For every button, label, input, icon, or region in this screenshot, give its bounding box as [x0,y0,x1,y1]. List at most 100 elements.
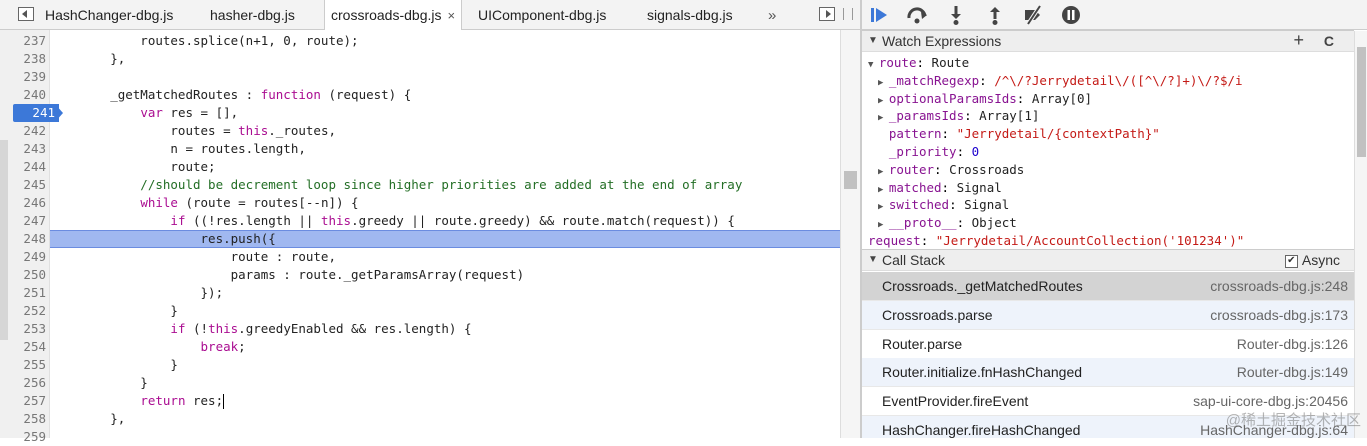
frame-function: Crossroads._getMatchedRoutes [882,278,1083,294]
refresh-icon[interactable]: C [1324,31,1334,51]
tab-uicomponent[interactable]: UIComponent-dbg.js [478,0,606,30]
tab-signals[interactable]: signals-dbg.js [647,0,733,30]
line-number[interactable]: 238 [0,50,46,68]
editor-scrollbar[interactable] [840,30,860,438]
watch-item[interactable]: ▶ router: Crossroads [878,161,1024,179]
panel-resize-handle[interactable] [843,8,853,20]
toggle-debugger-icon[interactable] [819,7,835,21]
close-icon[interactable]: × [448,8,456,23]
tab-hasher[interactable]: hasher-dbg.js [210,0,295,30]
text-cursor [223,394,225,409]
call-frame[interactable]: Crossroads._getMatchedRoutes crossroads-d… [862,272,1354,301]
async-label: Async [1301,252,1340,268]
watch-item[interactable]: ▶ optionalParamsIds: Array[0] [878,90,1092,108]
expand-triangle-icon[interactable]: ▶ [878,185,889,195]
code-line: n = routes.length, [50,140,840,158]
code-line: routes.splice(n+1, 0, route); [50,32,840,50]
step-into-button[interactable] [945,4,967,26]
property-value: Signal [964,197,1010,213]
watch-item[interactable]: ▶ matched: Signal [878,179,1002,197]
pause-icon [1062,6,1080,24]
expand-triangle-icon[interactable]: ▶ [878,113,889,123]
code-token: route; [50,159,216,174]
code-line: }, [50,50,840,68]
watch-item[interactable]: ▶ __proto__: Object [878,214,1017,232]
frame-location[interactable]: Router-dbg.js:149 [1237,358,1348,387]
scrollbar-thumb[interactable] [844,171,857,189]
property-value: Crossroads [949,161,1025,177]
property-value: 0 [971,144,980,159]
line-number[interactable]: 254 [0,338,46,356]
source-tab-bar: HashChanger-dbg.js hasher-dbg.js crossro… [0,0,860,30]
toggle-navigator-icon[interactable] [18,7,34,21]
code-token: routes = [50,123,239,138]
code-token: routes.splice(n+1, 0, route); [50,33,359,48]
watch-item[interactable]: ▶ _paramsIds: Array[1] [878,107,1039,125]
checkbox-icon[interactable]: ✔ [1284,254,1298,268]
keyword-token: this [238,123,269,138]
watch-item[interactable]: ▶ _matchRegexp: /^\/?Jerrydetail\/([^\/?… [878,72,1243,90]
code-line: route : route, [50,248,840,266]
resume-button[interactable] [868,4,890,26]
line-number[interactable]: 259 [0,428,46,446]
deactivate-breakpoints-button[interactable] [1022,4,1044,26]
tab-crossroads[interactable]: crossroads-dbg.js × [324,0,463,30]
deactivate-breakpoints-icon [1025,4,1042,26]
step-over-button[interactable] [906,4,928,26]
more-tabs-icon[interactable]: » [768,0,776,30]
code-token: ; [238,339,246,354]
line-number[interactable]: 257 [0,392,46,410]
tab-label: hasher-dbg.js [210,7,295,23]
line-number[interactable]: 240 [0,86,46,104]
expand-triangle-icon[interactable]: ▶ [878,96,889,106]
expand-triangle-icon[interactable]: ▼ [868,60,879,70]
property-value: Object [971,215,1017,231]
breakpoint-arrow-icon [55,104,63,122]
code-token: }, [50,411,126,426]
line-number[interactable]: 239 [0,68,46,86]
code-line: routes = this._routes, [50,122,840,140]
pause-on-exceptions-button[interactable] [1060,4,1082,26]
property-value: Signal [956,179,1002,195]
expand-triangle-icon[interactable]: ▶ [878,78,889,88]
expand-triangle-icon[interactable]: ▶ [878,220,889,230]
call-frame[interactable]: Router.parse Router-dbg.js:126 [862,329,1354,359]
line-number[interactable]: 258 [0,410,46,428]
line-number[interactable]: 256 [0,374,46,392]
line-number[interactable]: 237 [0,32,46,50]
call-frame[interactable]: Router.initialize.fnHashChanged Router-db… [862,358,1354,388]
step-out-icon [990,7,1000,25]
frame-location[interactable]: crossroads-dbg.js:173 [1210,301,1348,330]
watch-item[interactable]: ▶ switched: Signal [878,196,1009,214]
code-editor[interactable]: routes.splice(n+1, 0, route); }, _getMat… [50,30,840,438]
frame-location[interactable]: Router-dbg.js:126 [1237,330,1348,359]
property-value: Array[1] [979,108,1040,124]
sidebar-scrollbar[interactable] [1354,31,1367,438]
separator: : [956,215,972,231]
call-stack-header[interactable]: ▼ Call Stack ✔ Async [862,249,1354,271]
line-number[interactable]: 255 [0,356,46,374]
code-token: params : route._getParamsArray(request) [50,267,525,282]
scrollbar-thumb[interactable] [1357,47,1366,157]
line-number[interactable]: 242 [0,122,46,140]
add-watch-icon[interactable]: + [1293,30,1304,50]
frame-location[interactable]: crossroads-dbg.js:248 [1210,272,1348,301]
watch-expressions-header[interactable]: ▼ Watch Expressions + C [862,30,1354,52]
property-name: matched [888,179,942,195]
code-line: }, [50,410,840,428]
keyword-token: return [140,393,186,408]
separator: : [956,144,972,159]
async-checkbox[interactable]: ✔ Async [1284,250,1340,270]
call-frame[interactable]: Crossroads.parse crossroads-dbg.js:173 [862,300,1354,330]
expand-triangle-icon[interactable]: ▶ [878,202,889,212]
separator: : [964,108,980,124]
section-title: Watch Expressions [882,33,1002,49]
tab-hashchanger[interactable]: HashChanger-dbg.js [45,0,173,30]
watch-item[interactable]: ▼ route: Route [868,54,969,72]
expand-triangle-icon[interactable]: ▶ [878,167,889,177]
source-panel: HashChanger-dbg.js hasher-dbg.js crossro… [0,0,860,444]
code-token: }, [50,51,126,66]
property-name: _matchRegexp [888,72,980,88]
step-out-button[interactable] [984,4,1006,26]
